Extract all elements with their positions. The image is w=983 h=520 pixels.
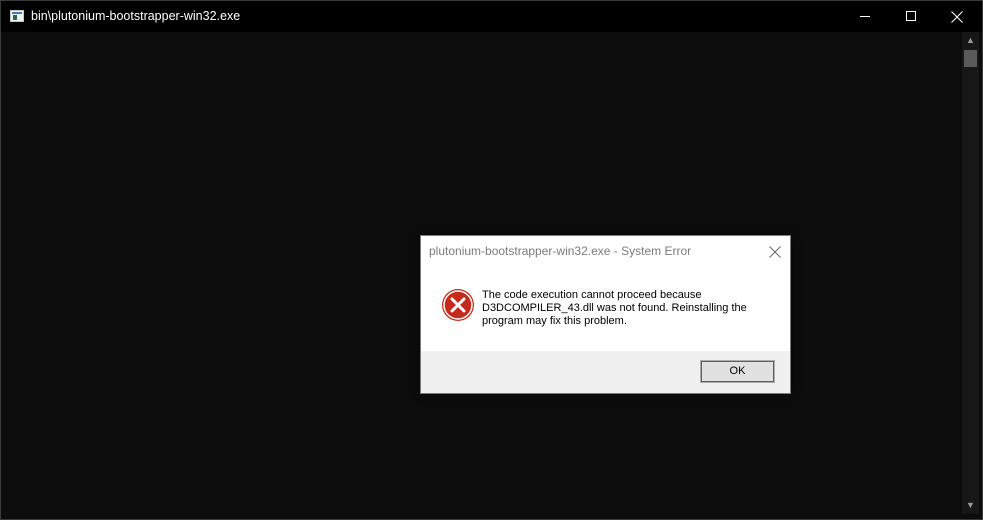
system-error-dialog: plutonium-bootstrapper-win32.exe - Syste… [420,235,791,394]
console-app-icon [10,10,24,22]
error-icon [442,289,474,321]
window-title: bin\plutonium-bootstrapper-win32.exe [31,9,241,23]
minimize-icon [860,16,870,17]
maximize-button[interactable] [888,1,934,32]
close-button[interactable] [934,1,980,32]
scroll-down-arrow-icon[interactable]: ▼ [962,497,979,514]
scroll-up-arrow-icon[interactable]: ▲ [962,32,979,49]
dialog-footer: OK [421,351,790,393]
close-icon [951,11,963,23]
minimize-button[interactable] [842,1,888,32]
dialog-body: The code execution cannot proceed becaus… [421,267,790,352]
dialog-title: plutonium-bootstrapper-win32.exe - Syste… [429,244,692,258]
close-icon [769,246,781,258]
vertical-scrollbar[interactable]: ▲ ▼ [962,32,979,514]
maximize-icon [906,11,916,21]
error-message: The code execution cannot proceed becaus… [482,289,747,327]
ok-button[interactable]: OK [700,360,775,383]
scroll-thumb[interactable] [964,50,977,67]
dialog-close-button[interactable] [767,244,783,260]
title-bar[interactable]: bin\plutonium-bootstrapper-win32.exe [1,1,982,32]
